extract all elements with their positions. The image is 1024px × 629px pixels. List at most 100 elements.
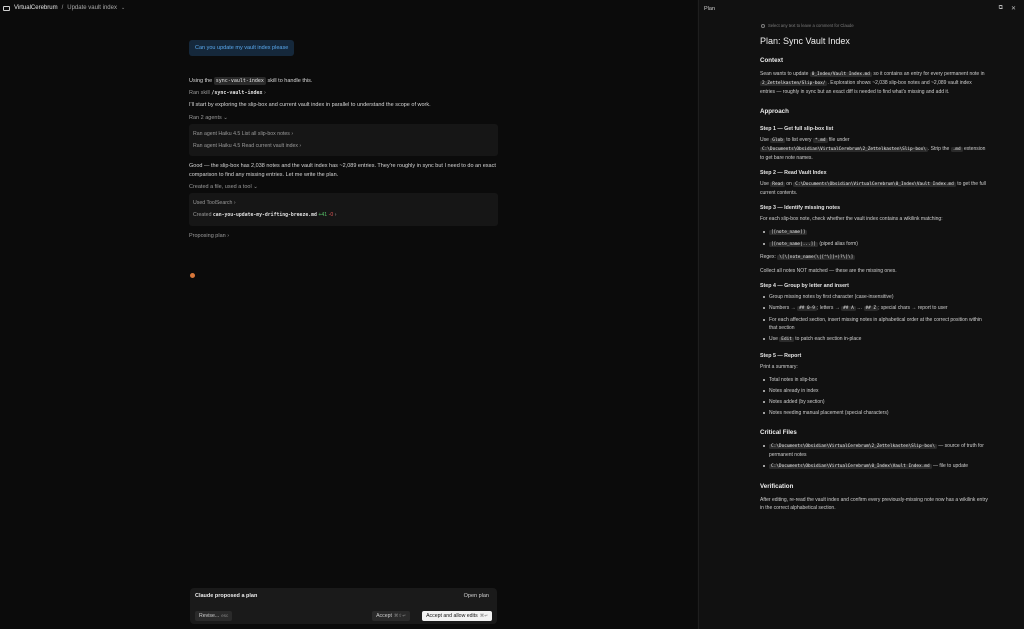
step-part: Use [769, 336, 778, 342]
folder-icon [3, 5, 10, 11]
step-code: ## A [841, 306, 856, 311]
removed-count: -0 [328, 212, 334, 218]
step4-heading: Step 4 — Group by letter and insert [760, 283, 849, 289]
step5-list: Total notes in slip-box Notes already in… [760, 376, 988, 417]
step-part: ; letters → [816, 305, 840, 311]
comment-hint: Select any text to leave a comment for C… [761, 23, 854, 28]
context-code: 2_Zettelkasten/Slip-box/ [760, 81, 828, 86]
breadcrumb-separator: / [61, 5, 64, 11]
using-pre: Using the [189, 78, 213, 84]
context-part: so it contains an entry for every perman… [873, 71, 985, 77]
step-part: (piped alias form) [819, 241, 858, 247]
step2-text: Use Read on C:\Documents\Obsidian\Virtua… [760, 180, 988, 197]
regex-label: Regex: [760, 254, 776, 260]
context-text: Sean wants to update 0_Index/Vault Index… [760, 70, 988, 96]
proposing-row[interactable]: Proposing plan › [189, 233, 499, 239]
step-part: Use [760, 137, 769, 143]
proposal-title: Claude proposed a plan [195, 593, 258, 599]
comment-icon [761, 23, 765, 28]
tool-label: Used ToolSearch [193, 200, 233, 206]
chevron-right-icon: › [227, 233, 230, 239]
step-code: C:\Documents\Obsidian\VirtualCerebrum\0_… [793, 182, 956, 187]
spinner-icon [190, 273, 195, 278]
step3-list: [[note_name]] [[note_name|...]] (piped a… [760, 228, 988, 249]
accept-shortcut: ⌘⇧↵ [393, 613, 406, 618]
step-code: [[note_name|...]] [769, 242, 818, 247]
plan-panel: Plan ⧉ ✕ Select any text to leave a comm… [698, 0, 1024, 629]
step1-text: Use Glob to list every *.md file under C… [760, 136, 988, 162]
chevron-right-icon: › [264, 90, 266, 96]
created-card: Used ToolSearch › Created can-you-update… [189, 193, 498, 226]
list-item: For each affected section, insert missin… [760, 316, 988, 332]
ran-agents-label: Ran 2 agents [189, 115, 222, 121]
list-item: Group missing notes by first character (… [760, 293, 988, 301]
chevron-down-icon: ⌄ [223, 115, 228, 121]
approach-heading: Approach [760, 108, 789, 115]
step-part: Numbers → [769, 305, 796, 311]
step-code: ## Z [863, 306, 879, 311]
step5-intro: Print a summary: [760, 364, 798, 370]
breadcrumb-project[interactable]: VirtualCerebrum [14, 5, 58, 11]
file-path: C:\Documents\Obsidian\VirtualCerebrum\2_… [769, 444, 937, 449]
breadcrumb-page[interactable]: Update vault index [67, 5, 117, 11]
plan-document: Plan: Sync Vault Index Context Sean want… [760, 36, 988, 512]
created-pre: Created [193, 212, 212, 218]
step-code: [[note_name]] [769, 230, 808, 235]
file-row[interactable]: Created can-you-update-my-drifting-breez… [193, 209, 494, 222]
list-item: Notes already in index [760, 387, 988, 395]
agent-label: Ran agent Haiku 4.5 Read current vault i… [193, 143, 298, 149]
critical-files-list: C:\Documents\Obsidian\VirtualCerebrum\2_… [760, 442, 988, 471]
revise-label: Revise... [199, 613, 220, 619]
step-code: ## 0-9 [797, 306, 817, 311]
list-item: [[note_name|...]] (piped alias form) [760, 240, 988, 249]
expand-icon[interactable]: ⧉ [999, 5, 1003, 12]
revise-button[interactable]: Revise... esc [195, 611, 233, 621]
accept-label: Accept [376, 613, 392, 619]
step4-list: Group missing notes by first character (… [760, 293, 988, 344]
using-skill-text: Using the sync-vault-index skill to hand… [189, 77, 499, 86]
step5-heading: Step 5 — Report [760, 353, 802, 359]
list-item: Use Edit to patch each section in-place [760, 335, 988, 344]
open-plan-button[interactable]: Open plan [464, 593, 489, 599]
step-part: … [857, 305, 863, 311]
list-item: C:\Documents\Obsidian\VirtualCerebrum\2_… [760, 442, 988, 459]
verification-heading: Verification [760, 483, 794, 490]
step-code: C:\Documents\Obsidian\VirtualCerebrum\2_… [760, 147, 928, 152]
close-icon[interactable]: ✕ [1011, 5, 1016, 12]
agent-row[interactable]: Ran agent Haiku 4.5 List all slip-box no… [193, 128, 494, 140]
regex-code: \[\[note_name(\|[^\]]+)?\]\] [777, 255, 856, 260]
plan-proposal-bar: Claude proposed a plan Open plan Revise.… [190, 588, 497, 624]
step3-intro: For each slip-box note, check whether th… [760, 216, 943, 222]
skill-name: sync-vault-index [213, 77, 266, 85]
accept-button[interactable]: Accept ⌘⇧↵ [372, 611, 410, 621]
list-item: Total notes in slip-box [760, 376, 988, 384]
agent-row[interactable]: Ran agent Haiku 4.5 Read current vault i… [193, 140, 494, 152]
proposing-label: Proposing plan [189, 233, 226, 239]
plan-panel-header: Plan [704, 6, 716, 12]
step-part: to patch each section in-place [795, 336, 862, 342]
file-path: C:\Documents\Obsidian\VirtualCerebrum\0_… [769, 464, 932, 469]
revise-shortcut: esc [221, 613, 229, 618]
added-count: +41 [318, 212, 328, 218]
step-code: *.md [812, 138, 828, 143]
step1-heading: Step 1 — Get full slip-box list [760, 126, 834, 132]
list-item: Notes added (by section) [760, 398, 988, 406]
accept-all-label: Accept and allow edits [426, 613, 478, 619]
accept-allow-edits-button[interactable]: Accept and allow edits ⌘↵ [422, 611, 492, 621]
good-text: Good — the slip-box has 2,038 notes and … [189, 163, 496, 178]
verification-text: After editing, re-read the vault index a… [760, 497, 988, 511]
conversation-pane: VirtualCerebrum / Update vault index ⌄ C… [0, 0, 697, 629]
list-item: C:\Documents\Obsidian\VirtualCerebrum\0_… [760, 462, 988, 471]
step-code: .md [950, 147, 963, 152]
critical-files-heading: Critical Files [760, 429, 797, 436]
chevron-down-icon[interactable]: ⌄ [121, 5, 125, 11]
list-item: [[note_name]] [760, 228, 988, 237]
agents-card: Ran agent Haiku 4.5 List all slip-box no… [189, 124, 498, 156]
tool-row[interactable]: Used ToolSearch › [193, 197, 494, 209]
created-label: Created a file, used a tool [189, 184, 252, 190]
step-part: . Strip the [927, 146, 950, 152]
plan-panel-controls: ⧉ ✕ [999, 5, 1016, 12]
chevron-right-icon: › [334, 212, 337, 218]
ran-skill-name: /sync-vault-index [211, 90, 263, 96]
chevron-right-icon: › [233, 200, 236, 206]
